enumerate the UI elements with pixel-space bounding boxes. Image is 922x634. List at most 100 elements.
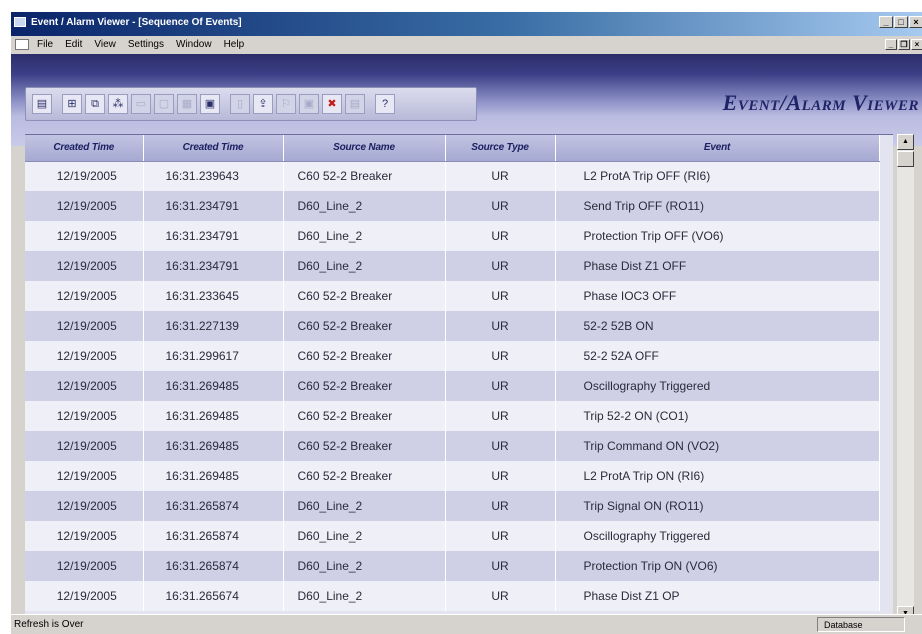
- table-row[interactable]: 12/19/2005 16:31.234791 D60_Line_2 UR Protec…: [25, 221, 880, 251]
- cell-event: Send Trip OFF (RO11): [555, 191, 880, 221]
- filter-table-icon[interactable]: ⊞: [62, 94, 82, 114]
- cell-source-type: UR: [445, 581, 556, 611]
- cell-source-type: UR: [445, 521, 556, 551]
- cell-date: 12/19/2005: [25, 491, 144, 521]
- network-icon[interactable]: ⁂: [108, 94, 128, 114]
- header-banner: Event/Alarm Viewer ▤ ⊞ ⧉ ⁂ ▭ ▢ ▦ ▣ ▯ ⇪ ⚐ ▣ ✖ ▤?: [11, 54, 922, 146]
- blank-icon[interactable]: ▢: [154, 94, 174, 114]
- export-icon[interactable]: ⇪: [253, 94, 273, 114]
- maximize-icon[interactable]: □: [894, 16, 908, 28]
- cell-date: 12/19/2005: [25, 251, 144, 281]
- minimize-icon[interactable]: _: [879, 16, 893, 28]
- cell-event: 52-2 52A OFF: [555, 341, 880, 371]
- status-panel: Database: [817, 617, 905, 632]
- cell-event: Phase Dist Z1 OFF: [555, 251, 880, 281]
- table-body: 12/19/2005 16:31.239643 C60 52-2 Breaker UR…: [25, 161, 880, 611]
- table-row[interactable]: 12/19/2005 16:31.227139 C60 52-2 Breaker UR…: [25, 311, 880, 341]
- cell-event: Phase IOC3 OFF: [555, 281, 880, 311]
- cell-source-name: D60_Line_2: [283, 221, 446, 251]
- list-icon[interactable]: ▤: [32, 94, 52, 114]
- document-controls: _ ❐ ×: [885, 39, 922, 50]
- cell-source-type: UR: [445, 161, 556, 191]
- cell-time: 16:31.234791: [143, 191, 284, 221]
- column-header[interactable]: Source Type: [445, 135, 556, 162]
- cell-event: Protection Trip OFF (VO6): [555, 221, 880, 251]
- cell-time: 16:31.265674: [143, 581, 284, 611]
- table-row[interactable]: 12/19/2005 16:31.265674 D60_Line_2 UR Phase …: [25, 581, 880, 611]
- table-row[interactable]: 12/19/2005 16:31.269485 C60 52-2 Breaker UR…: [25, 401, 880, 431]
- menu-file[interactable]: File: [37, 39, 53, 50]
- close-icon[interactable]: ×: [909, 16, 922, 28]
- cell-source-type: UR: [445, 551, 556, 581]
- menu-window[interactable]: Window: [176, 39, 212, 50]
- doc-restore-icon[interactable]: ❐: [898, 39, 910, 50]
- cell-source-type: UR: [445, 281, 556, 311]
- page-icon[interactable]: ▯: [230, 94, 250, 114]
- app-window: Event / Alarm Viewer - [Sequence Of Even…: [10, 12, 922, 634]
- monitor-icon[interactable]: ▣: [200, 94, 220, 114]
- chart-icon[interactable]: ▭: [131, 94, 151, 114]
- clear-icon[interactable]: ▣: [299, 94, 319, 114]
- table-row[interactable]: 12/19/2005 16:31.265874 D60_Line_2 UR Oscill…: [25, 521, 880, 551]
- title-bar[interactable]: Event / Alarm Viewer - [Sequence Of Even…: [11, 12, 922, 36]
- table-row[interactable]: 12/19/2005 16:31.269485 C60 52-2 Breaker UR…: [25, 371, 880, 401]
- cell-time: 16:31.269485: [143, 371, 284, 401]
- cell-date: 12/19/2005: [25, 551, 144, 581]
- document-icon[interactable]: [15, 39, 29, 50]
- cell-date: 12/19/2005: [25, 161, 144, 191]
- grid-icon[interactable]: ▦: [177, 94, 197, 114]
- table-row[interactable]: 12/19/2005 16:31.299617 C60 52-2 Breaker UR…: [25, 341, 880, 371]
- cell-date: 12/19/2005: [25, 341, 144, 371]
- cell-event: Trip 52-2 ON (CO1): [555, 401, 880, 431]
- menu-view[interactable]: View: [94, 39, 116, 50]
- doc-close-icon[interactable]: ×: [911, 39, 922, 50]
- table-row[interactable]: 12/19/2005 16:31.265874 D60_Line_2 UR Trip S…: [25, 491, 880, 521]
- cell-event: L2 ProtA Trip ON (RI6): [555, 461, 880, 491]
- column-header[interactable]: Event: [555, 135, 880, 162]
- table-row[interactable]: 12/19/2005 16:31.269485 C60 52-2 Breaker UR…: [25, 431, 880, 461]
- column-header[interactable]: Created Time: [143, 135, 284, 162]
- cell-event: Trip Signal ON (RO11): [555, 491, 880, 521]
- menu-settings[interactable]: Settings: [128, 39, 164, 50]
- cell-source-name: C60 52-2 Breaker: [283, 161, 446, 191]
- status-message: Refresh is Over: [14, 619, 84, 630]
- cell-source-name: C60 52-2 Breaker: [283, 281, 446, 311]
- cell-source-name: C60 52-2 Breaker: [283, 401, 446, 431]
- cell-date: 12/19/2005: [25, 311, 144, 341]
- table-row[interactable]: 12/19/2005 16:31.233645 C60 52-2 Breaker UR…: [25, 281, 880, 311]
- cell-source-name: D60_Line_2: [283, 551, 446, 581]
- column-header[interactable]: Created Time: [25, 135, 144, 162]
- menu-edit[interactable]: Edit: [65, 39, 82, 50]
- tree-icon[interactable]: ⧉: [85, 94, 105, 114]
- table-row[interactable]: 12/19/2005 16:31.234791 D60_Line_2 UR Send T…: [25, 191, 880, 221]
- cell-source-name: D60_Line_2: [283, 191, 446, 221]
- cell-time: 16:31.234791: [143, 221, 284, 251]
- scroll-thumb[interactable]: [897, 151, 914, 167]
- flag-icon[interactable]: ⚐: [276, 94, 296, 114]
- table-row[interactable]: 12/19/2005 16:31.265874 D60_Line_2 UR Protec…: [25, 551, 880, 581]
- table-row[interactable]: 12/19/2005 16:31.234791 D60_Line_2 UR Phase …: [25, 251, 880, 281]
- cell-date: 12/19/2005: [25, 281, 144, 311]
- events-table: Created Time Created Time Source Name Sourc…: [25, 135, 880, 611]
- cell-source-type: UR: [445, 401, 556, 431]
- cell-date: 12/19/2005: [25, 431, 144, 461]
- cell-source-type: UR: [445, 191, 556, 221]
- table-row[interactable]: 12/19/2005 16:31.269485 C60 52-2 Breaker UR…: [25, 461, 880, 491]
- delete-icon[interactable]: ✖: [322, 94, 342, 114]
- cell-time: 16:31.234791: [143, 251, 284, 281]
- cell-date: 12/19/2005: [25, 401, 144, 431]
- cell-event: Oscillography Triggered: [555, 521, 880, 551]
- doc-minimize-icon[interactable]: _: [885, 39, 897, 50]
- scroll-up-icon[interactable]: ▲: [897, 134, 914, 150]
- menu-help[interactable]: Help: [224, 39, 245, 50]
- cell-time: 16:31.227139: [143, 311, 284, 341]
- cell-event: Phase Dist Z1 OP: [555, 581, 880, 611]
- table-row[interactable]: 12/19/2005 16:31.239643 C60 52-2 Breaker UR…: [25, 161, 880, 191]
- cell-time: 16:31.269485: [143, 431, 284, 461]
- report-icon[interactable]: ▤: [345, 94, 365, 114]
- column-header[interactable]: Source Name: [283, 135, 446, 162]
- cell-source-name: C60 52-2 Breaker: [283, 431, 446, 461]
- vertical-scrollbar[interactable]: ▲ ▼: [897, 134, 914, 622]
- cell-time: 16:31.233645: [143, 281, 284, 311]
- help-icon[interactable]: ?: [375, 94, 395, 114]
